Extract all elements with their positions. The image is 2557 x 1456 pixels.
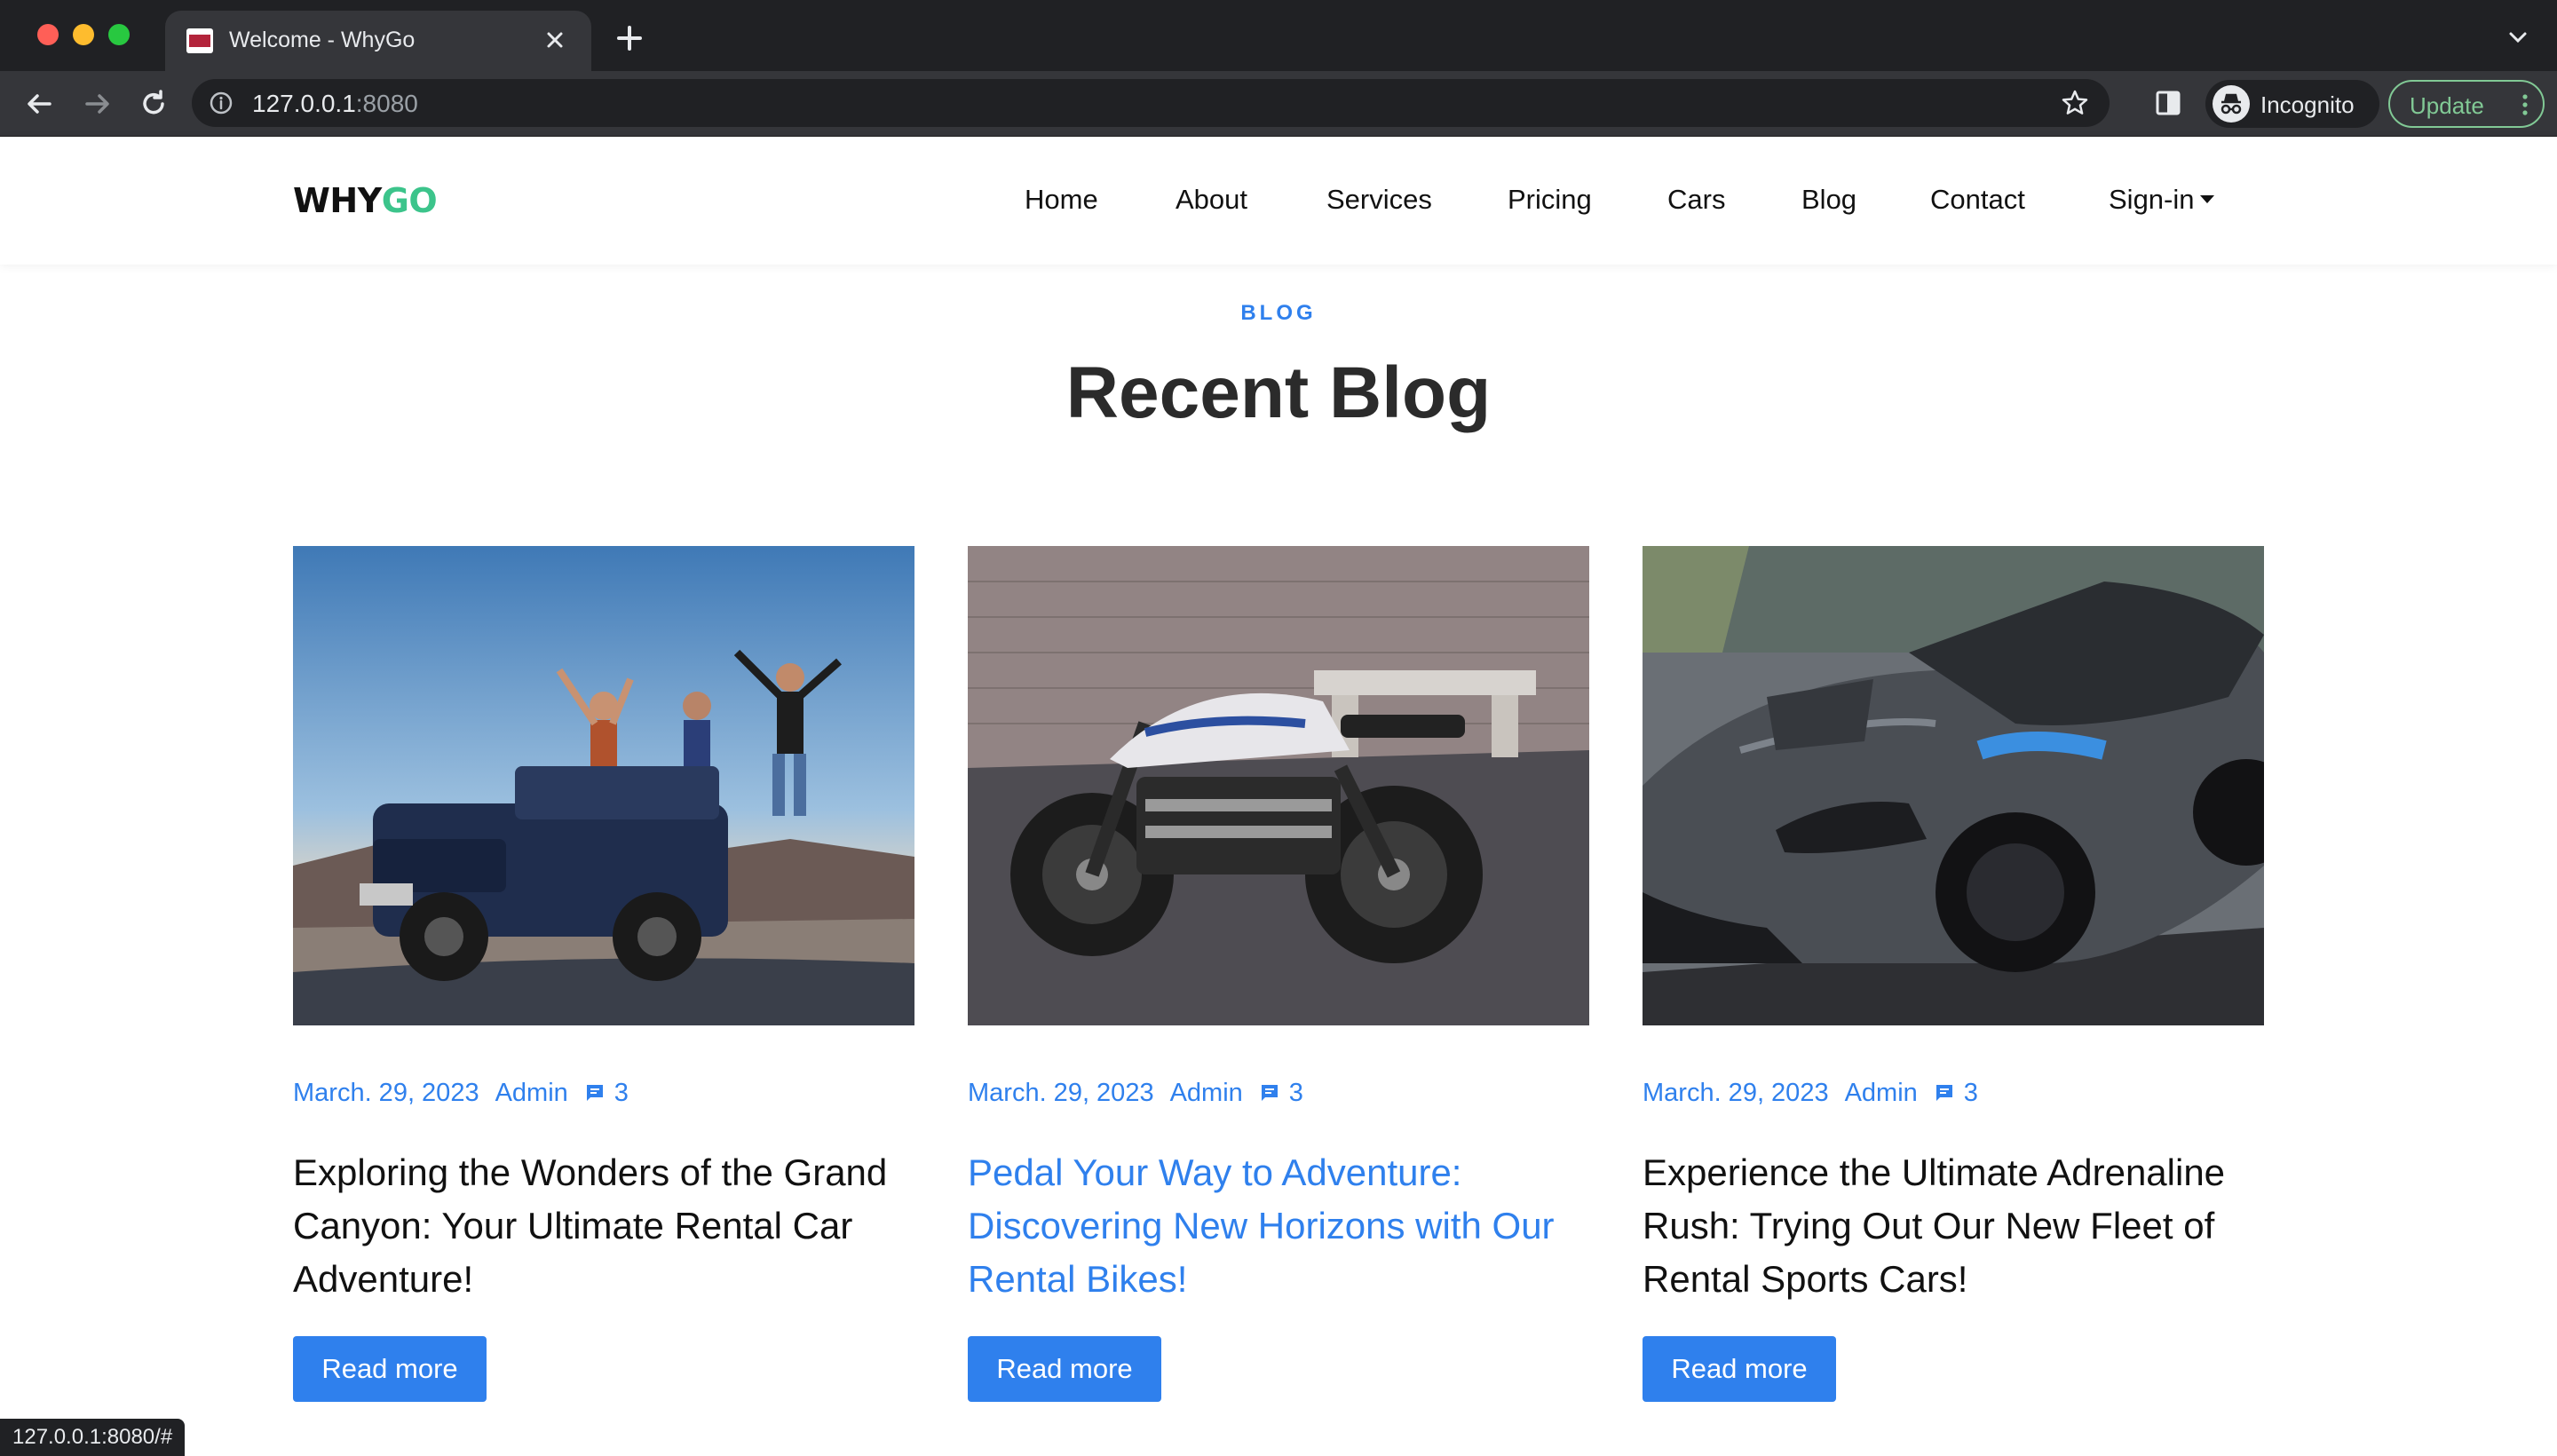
update-button[interactable]: Update bbox=[2388, 80, 2545, 128]
post-date[interactable]: March. 29, 2023 bbox=[1643, 1079, 1829, 1107]
read-more-button[interactable]: Read more bbox=[293, 1336, 487, 1402]
post-comments[interactable]: 3 bbox=[1259, 1079, 1319, 1107]
comment-count: 3 bbox=[614, 1079, 629, 1107]
browser-toolbar: 127.0.0.1:8080 Incognito Update bbox=[0, 71, 2557, 137]
incognito-icon bbox=[2213, 85, 2250, 123]
blog-card-title[interactable]: Experience the Ultimate Adrenaline Rush:… bbox=[1643, 1146, 2264, 1306]
section-title: Recent Blog bbox=[1065, 352, 1492, 433]
nav-sign-in-label: Sign-in bbox=[2109, 184, 2195, 215]
maximize-window-button[interactable] bbox=[108, 24, 130, 45]
browser-tab[interactable]: Welcome - WhyGo bbox=[165, 11, 591, 71]
comment-count: 3 bbox=[1963, 1079, 1978, 1107]
blog-card-image-jeep[interactable] bbox=[293, 546, 914, 1025]
update-label: Update bbox=[2410, 92, 2484, 119]
post-author[interactable]: Admin bbox=[1845, 1079, 1918, 1107]
blog-card-title[interactable]: Exploring the Wonders of the Grand Canyo… bbox=[293, 1146, 914, 1306]
link-status-bar: 127.0.0.1:8080/# bbox=[0, 1419, 186, 1456]
tab-search-chevron-icon[interactable] bbox=[2502, 25, 2534, 51]
blog-card: March. 29, 2023 Admin 3 Pedal Your Way to … bbox=[968, 546, 1589, 1434]
blog-card-image-sports-car[interactable] bbox=[1643, 546, 2264, 1025]
post-comments[interactable]: 3 bbox=[584, 1079, 645, 1107]
more-menu-icon[interactable] bbox=[2521, 92, 2529, 117]
post-comments[interactable]: 3 bbox=[1934, 1079, 1994, 1107]
read-more-button[interactable]: Read more bbox=[968, 1336, 1161, 1402]
nav-cars[interactable]: Cars bbox=[1667, 184, 1725, 216]
comment-count: 3 bbox=[1288, 1079, 1303, 1107]
nav-blog[interactable]: Blog bbox=[1801, 184, 1856, 216]
nav-sign-in-dropdown[interactable]: Sign-in bbox=[2109, 184, 2214, 216]
forward-arrow-icon[interactable] bbox=[76, 83, 117, 124]
post-author[interactable]: Admin bbox=[1170, 1079, 1243, 1107]
url-host: 127.0.0.1 bbox=[252, 90, 356, 117]
site-info-icon[interactable] bbox=[208, 90, 234, 116]
blog-card-meta: March. 29, 2023 Admin 3 bbox=[293, 1079, 661, 1108]
minimize-window-button[interactable] bbox=[73, 24, 94, 45]
blog-card-meta: March. 29, 2023 Admin 3 bbox=[968, 1079, 1335, 1108]
post-date[interactable]: March. 29, 2023 bbox=[293, 1079, 479, 1107]
bookmark-star-icon[interactable] bbox=[2060, 88, 2090, 118]
tab-close-icon[interactable] bbox=[538, 23, 572, 57]
back-arrow-icon[interactable] bbox=[20, 83, 60, 124]
address-bar[interactable]: 127.0.0.1:8080 bbox=[192, 79, 2110, 127]
main-nav: Home About Services Pricing Cars Blog Co… bbox=[0, 137, 2557, 265]
blog-card-meta: March. 29, 2023 Admin 3 bbox=[1643, 1079, 2010, 1108]
incognito-label: Incognito bbox=[2260, 91, 2355, 118]
chat-icon bbox=[1261, 1085, 1278, 1101]
nav-home[interactable]: Home bbox=[1025, 184, 1098, 216]
blog-card-image-motorcycle[interactable] bbox=[968, 546, 1589, 1025]
close-window-button[interactable] bbox=[37, 24, 59, 45]
url-port: :8080 bbox=[355, 90, 418, 117]
blog-card: March. 29, 2023 Admin 3 Exploring the Wond… bbox=[293, 546, 914, 1434]
post-date[interactable]: March. 29, 2023 bbox=[968, 1079, 1154, 1107]
nav-pricing[interactable]: Pricing bbox=[1508, 184, 1592, 216]
side-panel-icon[interactable] bbox=[2152, 87, 2184, 119]
tab-title: Welcome - WhyGo bbox=[229, 28, 416, 52]
browser-tab-bar: Welcome - WhyGo bbox=[0, 0, 2557, 71]
caret-down-icon bbox=[2199, 195, 2214, 203]
nav-services[interactable]: Services bbox=[1326, 184, 1432, 216]
nav-about[interactable]: About bbox=[1176, 184, 1247, 216]
section-eyebrow: BLOG bbox=[1240, 301, 1317, 325]
post-author[interactable]: Admin bbox=[495, 1079, 568, 1107]
blog-card-title[interactable]: Pedal Your Way to Adventure: Discovering… bbox=[968, 1146, 1589, 1306]
address-url: 127.0.0.1:8080 bbox=[252, 90, 418, 118]
site-header: WHYGO Home About Services Pricing Cars B… bbox=[0, 137, 2557, 265]
read-more-button[interactable]: Read more bbox=[1643, 1336, 1836, 1402]
nav-contact[interactable]: Contact bbox=[1930, 184, 2025, 216]
new-tab-icon[interactable] bbox=[611, 20, 648, 57]
incognito-profile-chip[interactable]: Incognito bbox=[2205, 80, 2379, 128]
reload-icon[interactable] bbox=[133, 83, 174, 124]
chat-icon bbox=[586, 1085, 603, 1101]
blog-card: March. 29, 2023 Admin 3 Experience the Ult… bbox=[1643, 546, 2264, 1434]
chat-icon bbox=[1936, 1085, 1952, 1101]
site-favicon-icon bbox=[186, 28, 213, 53]
